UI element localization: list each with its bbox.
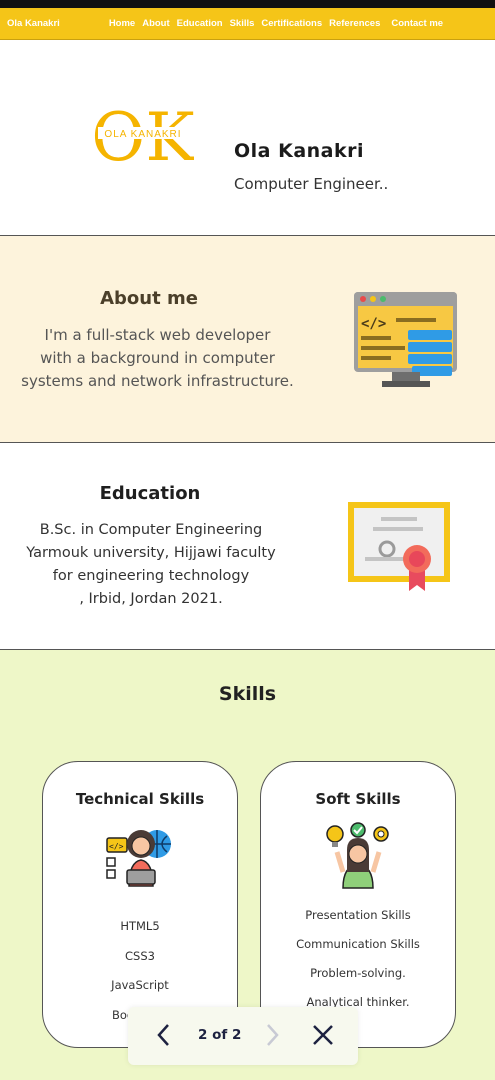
soft-skills-title: Soft Skills: [315, 790, 401, 808]
nav-contact[interactable]: Contact me: [391, 18, 443, 29]
education-line: for engineering technology: [52, 568, 250, 584]
brand-link[interactable]: Ola Kanakri: [7, 18, 60, 29]
education-section: Education B.Sc. in Computer Engineering …: [0, 443, 495, 650]
nav-about[interactable]: About: [142, 18, 169, 29]
technical-skills-card: Technical Skills </> HTML5 CSS3 JavaScri…: [42, 761, 238, 1048]
developer-icon: </>: [106, 830, 171, 887]
page-count: 2 of 2: [198, 1027, 242, 1043]
education-line: Yarmouk university, Hijjawi faculty: [26, 545, 276, 561]
about-line: with a background in computer: [40, 349, 275, 367]
svg-text:</>: </>: [109, 842, 124, 851]
logo: OK OLA KANAKRI: [92, 102, 194, 164]
soft-skills-card: Soft Skills Presentation Skills Communic…: [260, 761, 456, 1048]
list-item: CSS3: [125, 948, 155, 963]
profile-title: Computer Engineer..: [234, 175, 389, 193]
chevron-left-icon[interactable]: [156, 1023, 170, 1047]
education-heading: Education: [99, 483, 201, 504]
nav-references[interactable]: References: [329, 18, 380, 29]
profile-name: Ola Kanakri: [234, 140, 365, 162]
navbar: Ola Kanakri Home About Education Skills …: [0, 8, 495, 40]
carousel-pager: 2 of 2: [128, 1007, 358, 1065]
list-item: HTML5: [120, 919, 160, 933]
about-line: I'm a full-stack web developer: [44, 326, 271, 344]
chevron-right-icon[interactable]: [266, 1023, 280, 1047]
web-code-icon: </>: [354, 292, 457, 387]
nav-links: Home About Education Skills Certificatio…: [109, 18, 450, 29]
list-item: Presentation Skills: [305, 908, 411, 922]
close-icon[interactable]: [311, 1023, 335, 1047]
education-line: , Irbid, Jordan 2021.: [79, 591, 223, 607]
top-bar: [0, 0, 495, 8]
about-section: About me I'm a full-stack web developer …: [0, 236, 495, 443]
svg-text:OLA KANAKRI: OLA KANAKRI: [104, 129, 181, 140]
list-item: JavaScript: [111, 978, 169, 992]
about-line: systems and network infrastructure.: [21, 372, 294, 390]
svg-text:</>: </>: [361, 316, 386, 332]
hero-section: OK OLA KANAKRI Ola Kanakri Computer Engi…: [0, 40, 495, 236]
nav-skills[interactable]: Skills: [230, 18, 255, 29]
about-text: I'm a full-stack web developer with a ba…: [10, 324, 305, 393]
idea-person-icon: [326, 822, 389, 889]
technical-skills-title: Technical Skills: [75, 790, 205, 808]
education-line: B.Sc. in Computer Engineering: [39, 522, 263, 538]
education-text: B.Sc. in Computer Engineering Yarmouk un…: [0, 519, 302, 611]
list-item: Problem-solving.: [310, 966, 406, 980]
skills-heading: Skills: [218, 683, 277, 705]
list-item: Communication Skills: [296, 937, 420, 951]
nav-education[interactable]: Education: [177, 18, 223, 29]
nav-home[interactable]: Home: [109, 18, 135, 29]
certificate-icon: [348, 502, 450, 591]
about-heading: About me: [100, 288, 198, 309]
nav-certifications[interactable]: Certifications: [261, 18, 322, 29]
